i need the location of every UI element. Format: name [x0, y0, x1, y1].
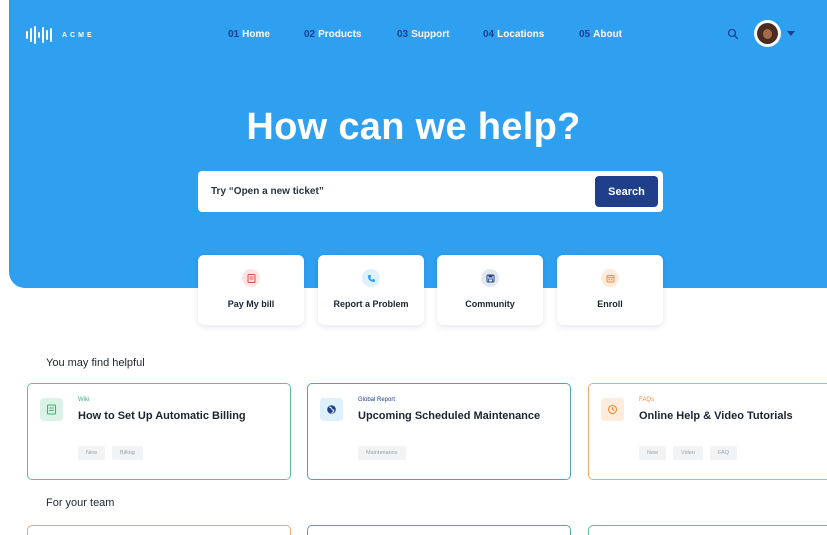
card-title: Online Help & Video Tutorials: [639, 410, 793, 422]
nav-item-home[interactable]: 01 Home: [228, 29, 270, 40]
article-card-billing[interactable]: Wiki How to Set Up Automatic Billing New…: [27, 383, 291, 480]
nav-label: Products: [318, 29, 362, 40]
quick-action-enroll[interactable]: Enroll: [557, 255, 663, 325]
search-input[interactable]: [198, 171, 588, 212]
quick-action-label: Enroll: [597, 299, 623, 309]
bill-icon: [242, 269, 260, 287]
nav-number: 05: [579, 29, 591, 40]
quick-action-label: Pay My bill: [227, 299, 275, 309]
globe-icon: [320, 398, 343, 421]
tag[interactable]: New: [639, 446, 667, 460]
search-icon[interactable]: [727, 28, 739, 40]
team-card[interactable]: [27, 525, 291, 535]
quick-action-label: Community: [465, 299, 515, 309]
tag-list: New Video FAQ: [639, 446, 737, 460]
tag[interactable]: Billing: [112, 446, 143, 460]
nav-item-locations[interactable]: 04 Locations: [483, 29, 544, 40]
quick-action-community[interactable]: Community: [437, 255, 543, 325]
logo-text: ACME: [62, 31, 95, 39]
logo-mark-icon: [26, 26, 52, 44]
clock-icon: [601, 398, 624, 421]
user-avatar[interactable]: [754, 20, 781, 47]
card-category: FAQs: [639, 397, 655, 403]
team-section-title: For your team: [46, 497, 115, 509]
tag[interactable]: New: [78, 446, 106, 460]
calendar-icon: [601, 269, 619, 287]
nav-number: 02: [304, 29, 316, 40]
nav-label: About: [593, 29, 623, 40]
nav-item-about[interactable]: 05 About: [579, 29, 622, 40]
tag[interactable]: Video: [673, 446, 703, 460]
acme-logo[interactable]: ACME: [26, 26, 95, 44]
card-category: Global Report: [358, 397, 396, 403]
team-card[interactable]: [588, 525, 827, 535]
nav-number: 04: [483, 29, 495, 40]
team-card[interactable]: [307, 525, 571, 535]
article-card-maintenance[interactable]: Global Report Upcoming Scheduled Mainten…: [307, 383, 571, 480]
nav-label: Home: [242, 29, 270, 40]
page-title: How can we help?: [246, 106, 581, 148]
search-button[interactable]: Search: [595, 176, 658, 207]
save-icon: [481, 269, 499, 287]
quick-action-pay-bill[interactable]: Pay My bill: [198, 255, 304, 325]
card-category: Wiki: [78, 397, 90, 403]
nav-item-support[interactable]: 03 Support: [397, 29, 449, 40]
card-title: Upcoming Scheduled Maintenance: [358, 410, 541, 422]
search-bar: Search: [198, 171, 663, 212]
tag[interactable]: FAQ: [709, 446, 737, 460]
tag-list: New Billing: [78, 446, 143, 460]
phone-icon: [362, 269, 380, 287]
document-icon: [40, 398, 63, 421]
nav-number: 03: [397, 29, 409, 40]
nav-number: 01: [228, 29, 240, 40]
nav-label: Support: [411, 29, 450, 40]
nav-item-products[interactable]: 02 Products: [304, 29, 361, 40]
avatar-photo: [757, 23, 778, 44]
quick-action-report-problem[interactable]: Report a Problem: [318, 255, 424, 325]
tag[interactable]: Maintenance: [358, 446, 406, 460]
helpful-section-title: You may find helpful: [46, 357, 145, 369]
nav-label: Locations: [497, 29, 545, 40]
article-card-tutorials[interactable]: FAQs Online Help & Video Tutorials New V…: [588, 383, 827, 480]
quick-action-label: Report a Problem: [333, 299, 409, 309]
card-title: How to Set Up Automatic Billing: [78, 410, 246, 422]
tag-list: Maintenance: [358, 446, 406, 460]
caret-down-icon[interactable]: [787, 31, 795, 36]
